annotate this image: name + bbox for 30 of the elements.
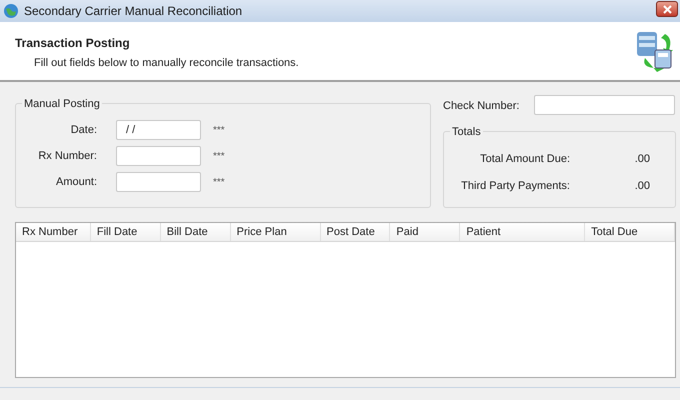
column-header[interactable]: Patient	[460, 223, 586, 241]
field-label: Date:	[70, 122, 97, 138]
total-label: Total Amount Due:	[479, 152, 570, 167]
globe-icon	[3, 3, 19, 19]
close-button[interactable]	[656, 1, 678, 17]
required-mark: ***	[213, 150, 225, 164]
field-label: Check Number:	[443, 99, 520, 114]
total-value: .00	[634, 178, 650, 194]
check-number-field[interactable]	[534, 95, 675, 115]
total-value: .00	[634, 152, 650, 167]
group-title: Manual Posting	[22, 96, 102, 112]
window-title: Secondary Carrier Manual Reconciliation	[24, 3, 242, 20]
input-field[interactable]	[116, 146, 201, 166]
close-icon	[662, 4, 672, 14]
column-header[interactable]: Rx Number	[16, 223, 91, 241]
field-label: Rx Number:	[37, 148, 97, 164]
column-header[interactable]: Fill Date	[90, 223, 161, 241]
column-header[interactable]: Bill Date	[160, 223, 231, 241]
required-mark: ***	[213, 124, 225, 138]
column-header[interactable]: Price Plan	[230, 223, 321, 241]
column-header[interactable]: Post Date	[320, 223, 390, 241]
field-label: Amount:	[55, 174, 97, 190]
header-title: Transaction Posting	[15, 35, 130, 52]
total-label: Third Party Payments:	[460, 178, 570, 194]
column-header[interactable]: Total Due	[585, 223, 675, 241]
required-mark: ***	[213, 176, 225, 190]
column-header[interactable]: Paid	[390, 223, 460, 241]
input-field[interactable]: / /	[116, 120, 201, 140]
header-subtitle: Fill out fields below to manually reconcile transactions.	[34, 56, 299, 71]
input-field[interactable]	[116, 172, 201, 192]
